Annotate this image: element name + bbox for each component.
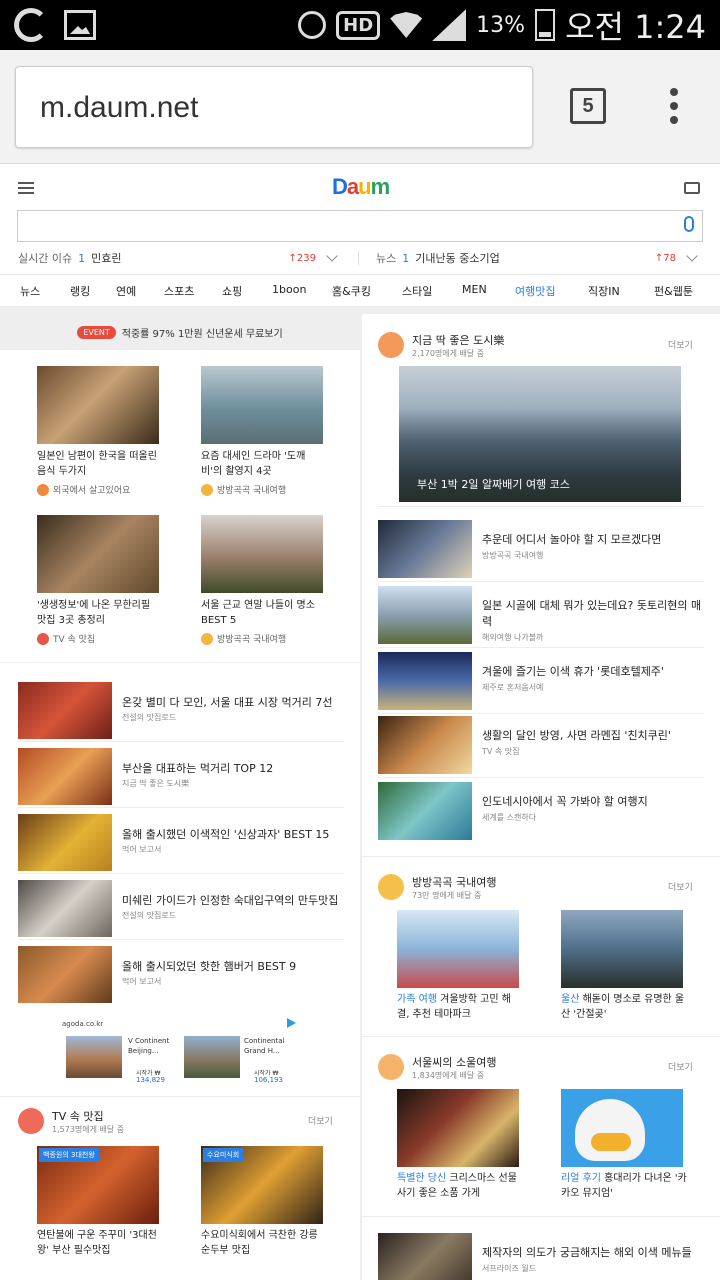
search-input[interactable] bbox=[17, 210, 703, 242]
program-badge: 백종원의 3대천왕 bbox=[39, 1148, 99, 1162]
hd-voice-icon: HD bbox=[336, 10, 381, 40]
event-banner[interactable]: EVENT 적중률 97% 1만원 신년운세 무료보기 bbox=[0, 314, 360, 350]
channel-icon bbox=[37, 483, 49, 496]
sync-icon bbox=[14, 8, 48, 42]
list-item[interactable]: 일본 시골에 대체 뭐가 있는데요? 돗토리현의 매력 해외여행 나가볼까 bbox=[378, 586, 704, 648]
tab-entertainment[interactable]: 연예 bbox=[116, 283, 136, 299]
daum-logo[interactable]: Daum bbox=[332, 174, 390, 200]
event-badge: EVENT bbox=[77, 325, 116, 339]
food-thumbnail bbox=[18, 748, 112, 805]
tab-travel-food[interactable]: 여행맛집 bbox=[515, 283, 556, 308]
ad-domain: agoda.co.kr bbox=[62, 1020, 104, 1028]
food-photo bbox=[37, 515, 159, 593]
list-item[interactable]: 겨울에 즐기는 이색 휴가 '롯데호텔제주' 제주로 혼저옵서예 bbox=[378, 652, 704, 714]
tab-1boon[interactable]: 1boon bbox=[272, 283, 306, 296]
browser-toolbar: m.daum.net 5 bbox=[0, 50, 720, 164]
castle-photo bbox=[201, 515, 323, 593]
tab-men[interactable]: MEN bbox=[462, 283, 487, 296]
list-item[interactable]: 인도네시아에서 꼭 가봐야 할 여행지 세계를 스캔하다 bbox=[378, 782, 704, 844]
tab-switcher-button[interactable]: 5 bbox=[570, 88, 606, 124]
card-item[interactable]: 요즘 대세인 드라마 '도깨비'의 촬영지 4곳 방방곡곡 국내여행 bbox=[201, 366, 325, 496]
tab-fun-webtoon[interactable]: 펀&웹툰 bbox=[654, 283, 693, 299]
beach-thumbnail bbox=[378, 782, 472, 840]
list-item[interactable]: 생활의 달인 방영, 사면 라멘집 '친치쿠린' TV 속 맛집 bbox=[378, 716, 704, 778]
program-badge: 수요미식회 bbox=[203, 1148, 244, 1162]
food-photo bbox=[37, 366, 159, 444]
ad-choices-icon[interactable] bbox=[287, 1018, 296, 1028]
tab-shopping[interactable]: 쇼핑 bbox=[222, 283, 242, 299]
hotel-photo[interactable] bbox=[66, 1036, 122, 1078]
status-bar: HD 13% 오전 1:24 bbox=[0, 0, 720, 50]
domestic-travel-icon bbox=[378, 874, 404, 900]
microphone-icon[interactable] bbox=[684, 216, 694, 232]
theme-park-photo[interactable] bbox=[397, 910, 519, 988]
menu-kebab-icon[interactable] bbox=[662, 86, 686, 126]
card-item[interactable]: 서울 근교 연말 나들이 명소 BEST 5 방방곡곡 국내여행 bbox=[201, 515, 325, 645]
url-text[interactable]: m.daum.net bbox=[40, 91, 198, 125]
dumpling-thumbnail bbox=[18, 880, 112, 937]
chevron-down-icon bbox=[686, 250, 698, 262]
village-thumbnail bbox=[378, 586, 472, 644]
category-nav: 뉴스 랭킹 연예 스포츠 쇼핑 1boon 홈&쿠킹 스타일 MEN 여행맛집 … bbox=[0, 274, 720, 310]
card-item[interactable]: '생생정보'에 나온 무한리필 맛집 3곳 총정리 TV 속 맛집 bbox=[37, 515, 161, 645]
octopus-photo[interactable]: 백종원의 3대천왕 bbox=[37, 1146, 159, 1224]
trend-news[interactable]: 뉴스 1 기내난동 중소기업 ↑78 bbox=[376, 248, 698, 268]
chevron-down-icon bbox=[326, 250, 338, 262]
alarm-icon bbox=[298, 11, 327, 39]
food-thumbnail bbox=[18, 682, 112, 739]
ad-banner[interactable]: agoda.co.kr V Continent Beijing... 시작가 ₩… bbox=[62, 1016, 302, 1092]
signal-icon bbox=[432, 9, 467, 41]
channel-icon bbox=[201, 632, 213, 645]
trend-realtime[interactable]: 실시간 이슈 1 민효린 ↑239 bbox=[18, 248, 338, 268]
channel-icon bbox=[201, 483, 213, 496]
list-item[interactable]: 온갖 별미 다 모인, 서울 대표 시장 먹거리 7선 전설의 맛집로드 bbox=[18, 682, 344, 742]
list-item[interactable]: 부산을 대표하는 먹거리 TOP 12 지금 딱 좋은 도시樂 bbox=[18, 748, 344, 808]
tab-sports[interactable]: 스포츠 bbox=[164, 283, 194, 299]
channel-icon bbox=[37, 632, 49, 645]
venue-thumbnail bbox=[378, 520, 472, 578]
tab-home-cooking[interactable]: 홈&쿠킹 bbox=[332, 283, 371, 299]
list-item[interactable]: 올해 출시되었던 핫한 햄버거 BEST 9 먹어 보고서 bbox=[18, 946, 344, 1006]
card-item[interactable]: 일본인 남편이 한국을 떠올린 음식 두가지 외국에서 살고있어요 bbox=[37, 366, 161, 496]
burger-thumbnail bbox=[18, 946, 112, 1003]
list-item[interactable]: 올해 출시했던 이색적인 '신상과자' BEST 15 먹어 보고서 bbox=[18, 814, 344, 874]
battery-icon bbox=[535, 9, 556, 41]
list-item[interactable]: 제작자의 의도가 궁금해지는 해외 이색 메뉴들 서프라이즈 월드 bbox=[378, 1233, 704, 1280]
city-channel-icon bbox=[378, 332, 404, 358]
hotel-thumbnail bbox=[378, 652, 472, 710]
gallery-icon bbox=[64, 10, 96, 40]
hero-caption: 부산 1박 2일 알짜배기 여행 코스 bbox=[417, 478, 570, 491]
seoul-travel-icon bbox=[378, 1054, 404, 1080]
hotel-photo[interactable] bbox=[184, 1036, 240, 1078]
tofu-stew-photo[interactable]: 수요미식회 bbox=[201, 1146, 323, 1224]
address-bar[interactable]: m.daum.net bbox=[15, 66, 533, 148]
tab-ranking[interactable]: 랭킹 bbox=[70, 283, 90, 299]
busan-hero-photo[interactable]: 부산 1박 2일 알짜배기 여행 코스 bbox=[399, 366, 681, 502]
tab-news[interactable]: 뉴스 bbox=[20, 283, 40, 299]
hamburger-menu-icon[interactable] bbox=[18, 182, 34, 194]
battery-percent: 13% bbox=[476, 12, 526, 38]
list-item[interactable]: 미쉐린 가이드가 인정한 숙대입구역의 만두맛집 전설의 맛집로드 bbox=[18, 880, 344, 940]
kakao-character-photo[interactable] bbox=[561, 1089, 683, 1167]
wifi-icon bbox=[390, 12, 423, 38]
list-item[interactable]: 추운데 어디서 놀아야 할 지 모르겠다면 방방곡곡 국내여행 bbox=[378, 520, 704, 582]
tab-workplace[interactable]: 직장IN bbox=[588, 283, 620, 299]
shop-photo[interactable] bbox=[397, 1089, 519, 1167]
daum-header: Daum 실시간 이슈 1 민효린 ↑239 뉴스 1 기내난동 중소기업 ↑7… bbox=[0, 164, 720, 310]
event-text: 적중률 97% 1만원 신년운세 무료보기 bbox=[121, 328, 283, 340]
menu-thumbnail bbox=[378, 1233, 472, 1280]
snack-thumbnail bbox=[18, 814, 112, 871]
tv-food-icon bbox=[18, 1108, 44, 1134]
drama-scene-photo bbox=[201, 366, 323, 444]
ramen-thumbnail bbox=[378, 716, 472, 774]
coast-photo[interactable] bbox=[561, 910, 683, 988]
tabs-overview-icon[interactable] bbox=[684, 182, 700, 194]
clock: 오전 1:24 bbox=[565, 8, 706, 46]
tab-style[interactable]: 스타일 bbox=[402, 283, 432, 299]
